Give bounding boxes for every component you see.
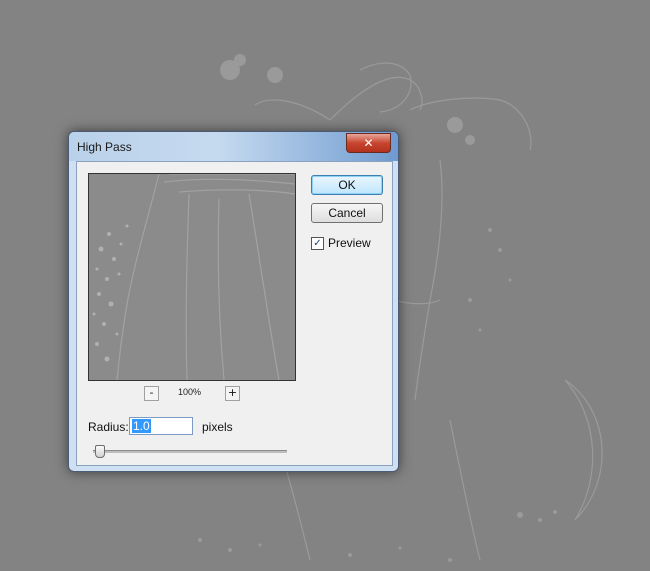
close-icon: ✕ (363, 136, 374, 150)
radius-input[interactable]: 1.0 (129, 417, 193, 435)
zoom-controls: - 100% + (144, 386, 240, 402)
zoom-out-button[interactable]: - (144, 386, 159, 401)
dialog-body: - 100% + OK Cancel ✓ Preview Radius: 1.0… (76, 161, 393, 466)
preview-image (89, 174, 295, 380)
filter-preview[interactable] (88, 173, 296, 381)
radius-label: Radius: (88, 420, 129, 434)
zoom-level: 100% (178, 387, 202, 397)
high-pass-dialog: High Pass ✕ - 100% + OK Cancel ✓ Preview… (68, 131, 399, 472)
radius-row: Radius: 1.0 pixels (88, 417, 288, 437)
cancel-button[interactable]: Cancel (311, 203, 383, 223)
preview-checkbox-label: Preview (328, 236, 371, 250)
dialog-titlebar[interactable]: High Pass ✕ (69, 132, 398, 161)
close-button[interactable]: ✕ (346, 133, 391, 153)
checkmark-icon: ✓ (313, 237, 322, 249)
radius-units-label: pixels (202, 420, 233, 434)
radius-slider-thumb[interactable] (94, 445, 105, 458)
dialog-title: High Pass (77, 140, 132, 154)
ok-button[interactable]: OK (311, 175, 383, 195)
radius-slider-track[interactable] (93, 450, 287, 453)
preview-checkbox-row[interactable]: ✓ Preview (311, 235, 371, 251)
preview-checkbox[interactable]: ✓ (311, 236, 324, 250)
zoom-in-button[interactable]: + (225, 386, 240, 401)
radius-value: 1.0 (132, 419, 151, 433)
